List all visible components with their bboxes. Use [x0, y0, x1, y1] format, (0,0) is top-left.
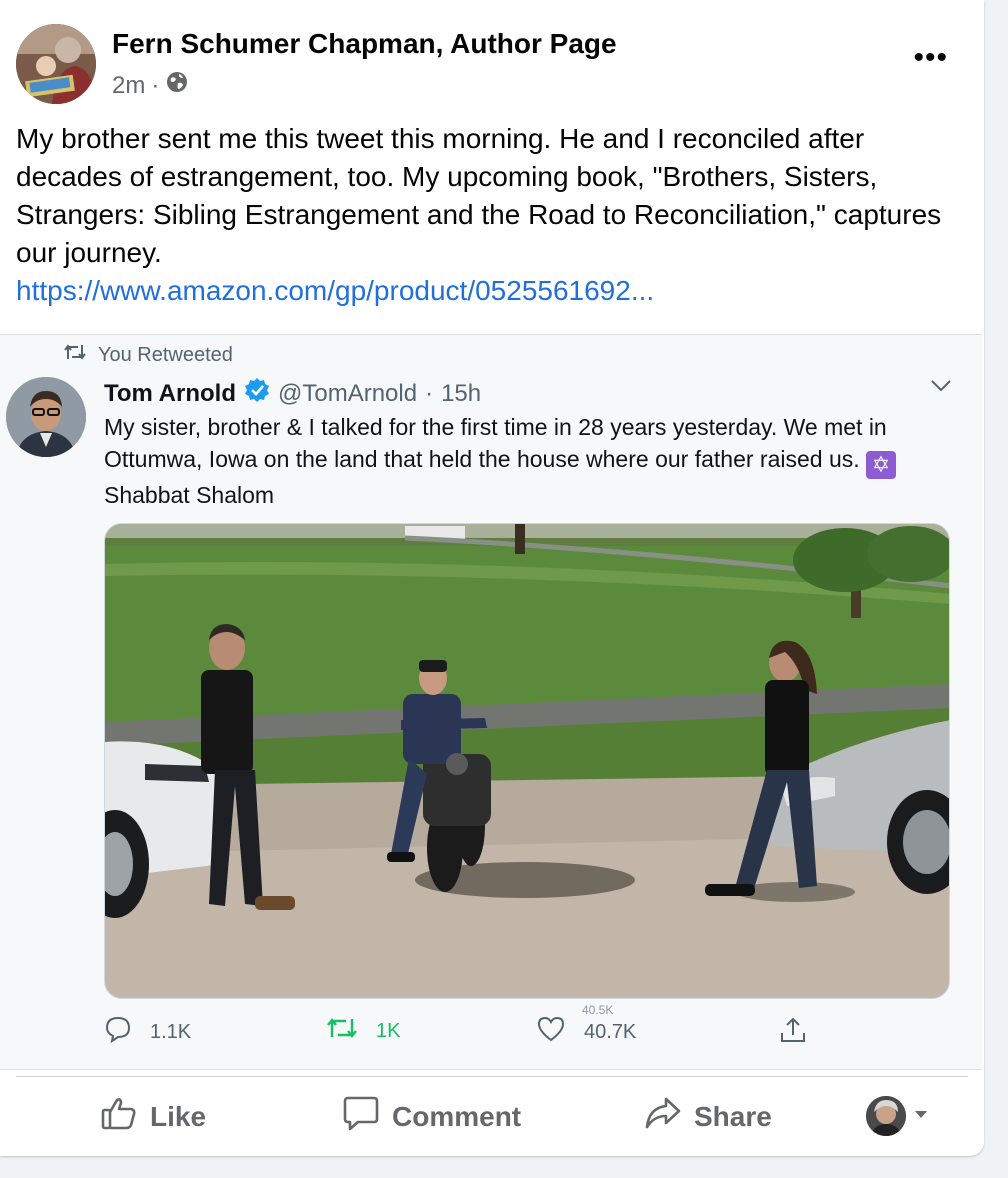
post-body: My brother sent me this tweet this morni… [16, 123, 942, 268]
star-of-david-icon: ✡ [866, 451, 897, 479]
meta-separator: · [151, 71, 160, 99]
tweet-header: Tom Arnold @TomArnold · 15h [104, 377, 481, 410]
globe-icon [165, 70, 189, 101]
page-avatar[interactable] [16, 24, 96, 104]
post-meta: 2m · [112, 70, 189, 101]
retweet-label: You Retweeted [98, 343, 233, 366]
post-time[interactable]: 2m [112, 72, 145, 100]
retweet-icon [64, 343, 86, 367]
share-arrow-icon [644, 1094, 682, 1139]
post-text: My brother sent me this tweet this morni… [16, 120, 956, 310]
like-count-transition: 40.5K [582, 1003, 614, 1017]
action-divider [16, 1076, 968, 1077]
tweet-text: My sister, brother & I talked for the fi… [104, 411, 924, 511]
tweet-author-name[interactable]: Tom Arnold [104, 380, 236, 408]
tweet-handle[interactable]: @TomArnold [278, 380, 417, 408]
page-name[interactable]: Fern Schumer Chapman, Author Page [112, 28, 617, 60]
post-action-bar: Like Comment Share [0, 1086, 984, 1146]
retweet-indicator: You Retweeted [64, 343, 233, 367]
share-button[interactable]: Share [644, 1094, 772, 1139]
chevron-down-icon[interactable] [930, 379, 952, 398]
tweet-retweet-button[interactable]: 1K [326, 1015, 400, 1047]
reply-count: 1.1K [150, 1020, 192, 1043]
user-avatar [866, 1096, 906, 1136]
tweet-reply-button[interactable]: 1.1K [104, 1015, 191, 1049]
tweet-separator: · [425, 379, 434, 407]
tweet-actions: 1.1K 1K 40.7K 40.5K [104, 1003, 824, 1059]
more-options-button[interactable]: ••• [913, 43, 948, 73]
comment-as-selector[interactable] [866, 1096, 928, 1136]
share-upload-icon [778, 1015, 808, 1051]
share-label: Share [694, 1100, 772, 1132]
retweet-active-icon [326, 1015, 358, 1047]
tweet-like-button[interactable]: 40.7K 40.5K [536, 1003, 637, 1049]
tweet-author-avatar[interactable] [6, 377, 86, 457]
reply-icon [104, 1015, 132, 1049]
verified-badge-icon [244, 377, 270, 410]
post-link[interactable]: https://www.amazon.com/gp/product/052556… [16, 272, 956, 310]
comment-button[interactable]: Comment [342, 1094, 521, 1139]
comment-label: Comment [392, 1100, 522, 1132]
comment-icon [342, 1094, 380, 1139]
caret-down-icon [914, 1107, 928, 1125]
retweet-count: 1K [376, 1019, 401, 1042]
tweet-body-tail: Shabbat Shalom [104, 482, 275, 508]
tweet-body: My sister, brother & I talked for the fi… [104, 414, 887, 472]
tweet-age[interactable]: 15h [441, 380, 481, 408]
like-button[interactable]: Like [100, 1094, 206, 1139]
post-header: Fern Schumer Chapman, Author Page 2m · •… [16, 24, 968, 104]
tweet-photo[interactable] [104, 523, 950, 999]
embedded-tweet[interactable]: You Retweeted Tom Arnold @TomArnold · 15… [0, 334, 982, 1070]
like-label: Like [150, 1100, 207, 1132]
like-count: 40.7K [584, 1020, 637, 1043]
post-card: Fern Schumer Chapman, Author Page 2m · •… [0, 0, 984, 1156]
heart-icon [536, 1015, 566, 1049]
thumbs-up-icon [100, 1094, 138, 1139]
tweet-share-button[interactable] [778, 1015, 808, 1051]
